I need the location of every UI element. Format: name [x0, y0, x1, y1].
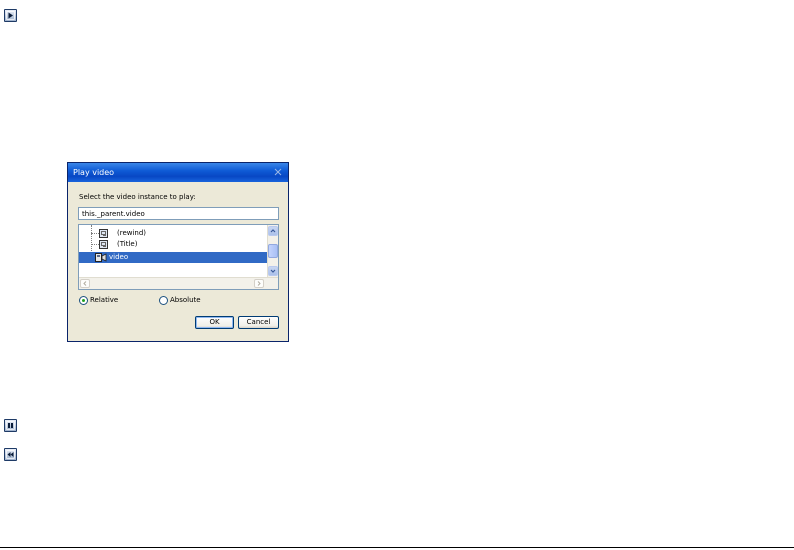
rewind-button[interactable]	[4, 448, 17, 461]
absolute-radio[interactable]	[159, 296, 168, 305]
dialog-titlebar: Play video	[68, 163, 288, 182]
scroll-thumb[interactable]	[268, 244, 278, 258]
relative-label: Relative	[90, 296, 119, 304]
relative-radio[interactable]	[79, 296, 88, 305]
absolute-label: Absolute	[170, 296, 201, 304]
chevron-up-icon	[270, 229, 276, 233]
scroll-down-button[interactable]	[268, 266, 278, 276]
cancel-button[interactable]: Cancel	[238, 316, 279, 329]
tree-item-title[interactable]: (Title)	[79, 239, 267, 250]
pause-button[interactable]	[4, 419, 17, 432]
scroll-left-button[interactable]	[80, 279, 90, 288]
tree-item-rewind[interactable]: (rewind)	[79, 228, 267, 239]
chevron-down-icon	[270, 269, 276, 273]
movieclip-icon	[99, 240, 108, 249]
play-button[interactable]	[4, 9, 17, 22]
scroll-right-button[interactable]	[254, 279, 264, 288]
instance-prompt: Select the video instance to play:	[79, 193, 196, 201]
video-icon	[95, 253, 107, 262]
instance-path-input[interactable]	[78, 207, 279, 220]
movieclip-icon	[99, 229, 108, 238]
tree-item-label: (rewind)	[117, 229, 147, 237]
play-video-dialog: Play video Select the video instance to …	[67, 162, 289, 342]
close-icon[interactable]	[273, 167, 283, 177]
dialog-title: Play video	[73, 168, 115, 177]
tree-vertical-scrollbar[interactable]	[267, 225, 278, 277]
chevron-left-icon	[83, 281, 87, 286]
chevron-right-icon	[257, 281, 261, 286]
scroll-up-button[interactable]	[268, 226, 278, 236]
instance-tree[interactable]: (rewind) (Title) video	[78, 224, 279, 290]
play-icon	[8, 12, 13, 19]
page-divider	[0, 547, 794, 548]
pause-icon	[8, 423, 13, 428]
ok-button[interactable]: OK	[195, 316, 234, 329]
tree-horizontal-scrollbar[interactable]	[79, 277, 278, 289]
rewind-icon	[7, 452, 14, 457]
tree-item-label: (Title)	[117, 240, 138, 248]
tree-item-label: video	[109, 253, 129, 261]
tree-item-video[interactable]: video	[79, 252, 267, 263]
